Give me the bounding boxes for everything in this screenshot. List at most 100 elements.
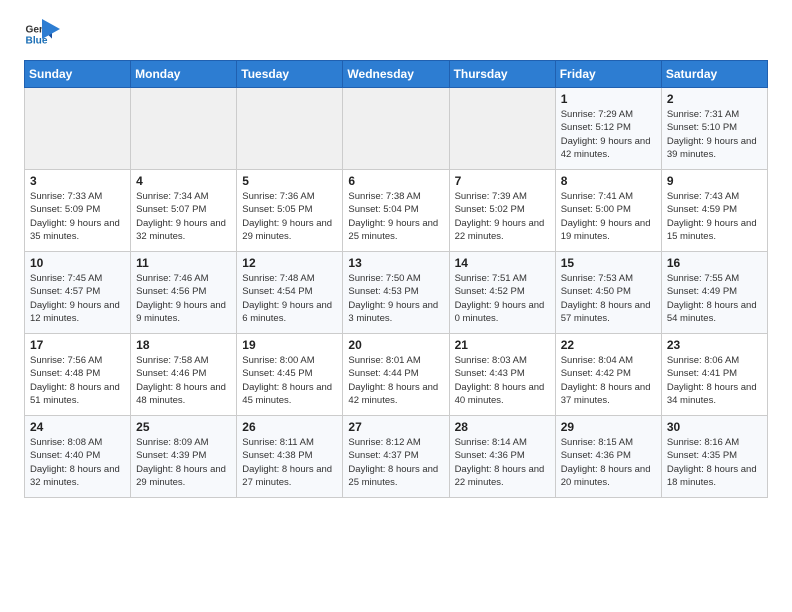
day-number: 4 <box>136 174 231 188</box>
day-number: 18 <box>136 338 231 352</box>
header: General Blue <box>24 20 768 48</box>
day-number: 26 <box>242 420 337 434</box>
day-number: 12 <box>242 256 337 270</box>
calendar-cell <box>449 88 555 170</box>
calendar-cell: 7Sunrise: 7:39 AM Sunset: 5:02 PM Daylig… <box>449 170 555 252</box>
day-number: 10 <box>30 256 125 270</box>
day-number: 2 <box>667 92 762 106</box>
week-row-2: 10 Sunrise: 7:45 AM Sunset: 4:57 PM Dayli… <box>25 252 768 334</box>
calendar-cell: 30 Sunrise: 8:16 AM Sunset: 4:35 PM Dayli… <box>661 416 767 498</box>
day-number: 16 <box>667 256 762 270</box>
day-number: 9 <box>667 174 762 188</box>
day-info: Sunrise: 7:53 AM Sunset: 4:50 PM Dayligh… <box>561 272 656 325</box>
day-number: 20 <box>348 338 443 352</box>
logo: General Blue <box>24 20 60 48</box>
day-number: 11 <box>136 256 231 270</box>
calendar-cell: 5 Sunrise: 7:36 AM Sunset: 5:05 PM Daylig… <box>237 170 343 252</box>
day-number: 22 <box>561 338 656 352</box>
calendar-cell: 1 Sunrise: 7:29 AM Sunset: 5:12 PM Daylig… <box>555 88 661 170</box>
day-info: Sunrise: 7:48 AM Sunset: 4:54 PM Dayligh… <box>242 272 337 325</box>
day-info: Sunrise: 7:29 AM Sunset: 5:12 PM Dayligh… <box>561 108 656 161</box>
calendar-cell: 8Sunrise: 7:41 AM Sunset: 5:00 PM Daylig… <box>555 170 661 252</box>
calendar-cell: 28Sunrise: 8:14 AM Sunset: 4:36 PM Dayli… <box>449 416 555 498</box>
week-row-1: 3Sunrise: 7:33 AM Sunset: 5:09 PM Daylig… <box>25 170 768 252</box>
calendar-cell <box>343 88 449 170</box>
calendar-cell: 18 Sunrise: 7:58 AM Sunset: 4:46 PM Dayli… <box>131 334 237 416</box>
day-number: 3 <box>30 174 125 188</box>
day-info: Sunrise: 7:36 AM Sunset: 5:05 PM Dayligh… <box>242 190 337 243</box>
day-info: Sunrise: 7:56 AM Sunset: 4:48 PM Dayligh… <box>30 354 125 407</box>
calendar-cell: 26Sunrise: 8:11 AM Sunset: 4:38 PM Dayli… <box>237 416 343 498</box>
calendar-cell: 12 Sunrise: 7:48 AM Sunset: 4:54 PM Dayli… <box>237 252 343 334</box>
day-number: 27 <box>348 420 443 434</box>
day-info: Sunrise: 8:09 AM Sunset: 4:39 PM Dayligh… <box>136 436 231 489</box>
day-number: 14 <box>455 256 550 270</box>
calendar-cell: 22 Sunrise: 8:04 AM Sunset: 4:42 PM Dayli… <box>555 334 661 416</box>
day-info: Sunrise: 8:12 AM Sunset: 4:37 PM Dayligh… <box>348 436 443 489</box>
day-number: 1 <box>561 92 656 106</box>
day-info: Sunrise: 8:16 AM Sunset: 4:35 PM Dayligh… <box>667 436 762 489</box>
day-info: Sunrise: 8:08 AM Sunset: 4:40 PM Dayligh… <box>30 436 125 489</box>
week-row-0: 1 Sunrise: 7:29 AM Sunset: 5:12 PM Daylig… <box>25 88 768 170</box>
day-info: Sunrise: 7:46 AM Sunset: 4:56 PM Dayligh… <box>136 272 231 325</box>
calendar-cell: 29Sunrise: 8:15 AM Sunset: 4:36 PM Dayli… <box>555 416 661 498</box>
day-info: Sunrise: 7:38 AM Sunset: 5:04 PM Dayligh… <box>348 190 443 243</box>
calendar-table: SundayMondayTuesdayWednesdayThursdayFrid… <box>24 60 768 498</box>
day-info: Sunrise: 8:00 AM Sunset: 4:45 PM Dayligh… <box>242 354 337 407</box>
day-info: Sunrise: 7:58 AM Sunset: 4:46 PM Dayligh… <box>136 354 231 407</box>
calendar-cell <box>25 88 131 170</box>
calendar-cell: 13Sunrise: 7:50 AM Sunset: 4:53 PM Dayli… <box>343 252 449 334</box>
calendar-cell: 14 Sunrise: 7:51 AM Sunset: 4:52 PM Dayli… <box>449 252 555 334</box>
day-info: Sunrise: 7:41 AM Sunset: 5:00 PM Dayligh… <box>561 190 656 243</box>
week-row-3: 17 Sunrise: 7:56 AM Sunset: 4:48 PM Dayli… <box>25 334 768 416</box>
calendar-cell: 17 Sunrise: 7:56 AM Sunset: 4:48 PM Dayli… <box>25 334 131 416</box>
calendar-cell: 9Sunrise: 7:43 AM Sunset: 4:59 PM Daylig… <box>661 170 767 252</box>
day-info: Sunrise: 8:06 AM Sunset: 4:41 PM Dayligh… <box>667 354 762 407</box>
calendar-cell: 20 Sunrise: 8:01 AM Sunset: 4:44 PM Dayli… <box>343 334 449 416</box>
calendar-cell: 2 Sunrise: 7:31 AM Sunset: 5:10 PM Daylig… <box>661 88 767 170</box>
day-info: Sunrise: 7:31 AM Sunset: 5:10 PM Dayligh… <box>667 108 762 161</box>
day-number: 19 <box>242 338 337 352</box>
calendar-cell: 21Sunrise: 8:03 AM Sunset: 4:43 PM Dayli… <box>449 334 555 416</box>
calendar-cell: 11 Sunrise: 7:46 AM Sunset: 4:56 PM Dayli… <box>131 252 237 334</box>
week-row-4: 24 Sunrise: 8:08 AM Sunset: 4:40 PM Dayli… <box>25 416 768 498</box>
calendar-cell: 15 Sunrise: 7:53 AM Sunset: 4:50 PM Dayli… <box>555 252 661 334</box>
header-cell-sunday: Sunday <box>25 61 131 88</box>
day-number: 24 <box>30 420 125 434</box>
header-cell-thursday: Thursday <box>449 61 555 88</box>
calendar-cell <box>131 88 237 170</box>
calendar-cell: 3Sunrise: 7:33 AM Sunset: 5:09 PM Daylig… <box>25 170 131 252</box>
day-number: 15 <box>561 256 656 270</box>
header-row: SundayMondayTuesdayWednesdayThursdayFrid… <box>25 61 768 88</box>
day-number: 21 <box>455 338 550 352</box>
header-cell-friday: Friday <box>555 61 661 88</box>
day-info: Sunrise: 8:15 AM Sunset: 4:36 PM Dayligh… <box>561 436 656 489</box>
day-number: 23 <box>667 338 762 352</box>
day-info: Sunrise: 7:55 AM Sunset: 4:49 PM Dayligh… <box>667 272 762 325</box>
header-cell-tuesday: Tuesday <box>237 61 343 88</box>
calendar-cell: 23 Sunrise: 8:06 AM Sunset: 4:41 PM Dayli… <box>661 334 767 416</box>
header-cell-monday: Monday <box>131 61 237 88</box>
calendar-cell: 4 Sunrise: 7:34 AM Sunset: 5:07 PM Daylig… <box>131 170 237 252</box>
calendar-cell: 19 Sunrise: 8:00 AM Sunset: 4:45 PM Dayli… <box>237 334 343 416</box>
calendar-cell: 10 Sunrise: 7:45 AM Sunset: 4:57 PM Dayli… <box>25 252 131 334</box>
calendar-cell: 24 Sunrise: 8:08 AM Sunset: 4:40 PM Dayli… <box>25 416 131 498</box>
day-number: 6 <box>348 174 443 188</box>
day-info: Sunrise: 7:34 AM Sunset: 5:07 PM Dayligh… <box>136 190 231 243</box>
day-info: Sunrise: 7:51 AM Sunset: 4:52 PM Dayligh… <box>455 272 550 325</box>
calendar-cell: 16 Sunrise: 7:55 AM Sunset: 4:49 PM Dayli… <box>661 252 767 334</box>
arrow-icon <box>42 19 60 39</box>
day-info: Sunrise: 7:45 AM Sunset: 4:57 PM Dayligh… <box>30 272 125 325</box>
day-info: Sunrise: 8:04 AM Sunset: 4:42 PM Dayligh… <box>561 354 656 407</box>
day-number: 30 <box>667 420 762 434</box>
header-cell-saturday: Saturday <box>661 61 767 88</box>
calendar-cell <box>237 88 343 170</box>
calendar-cell: 27 Sunrise: 8:12 AM Sunset: 4:37 PM Dayli… <box>343 416 449 498</box>
calendar-cell: 25Sunrise: 8:09 AM Sunset: 4:39 PM Dayli… <box>131 416 237 498</box>
day-number: 13 <box>348 256 443 270</box>
day-info: Sunrise: 8:01 AM Sunset: 4:44 PM Dayligh… <box>348 354 443 407</box>
day-number: 28 <box>455 420 550 434</box>
day-number: 5 <box>242 174 337 188</box>
header-cell-wednesday: Wednesday <box>343 61 449 88</box>
day-number: 17 <box>30 338 125 352</box>
